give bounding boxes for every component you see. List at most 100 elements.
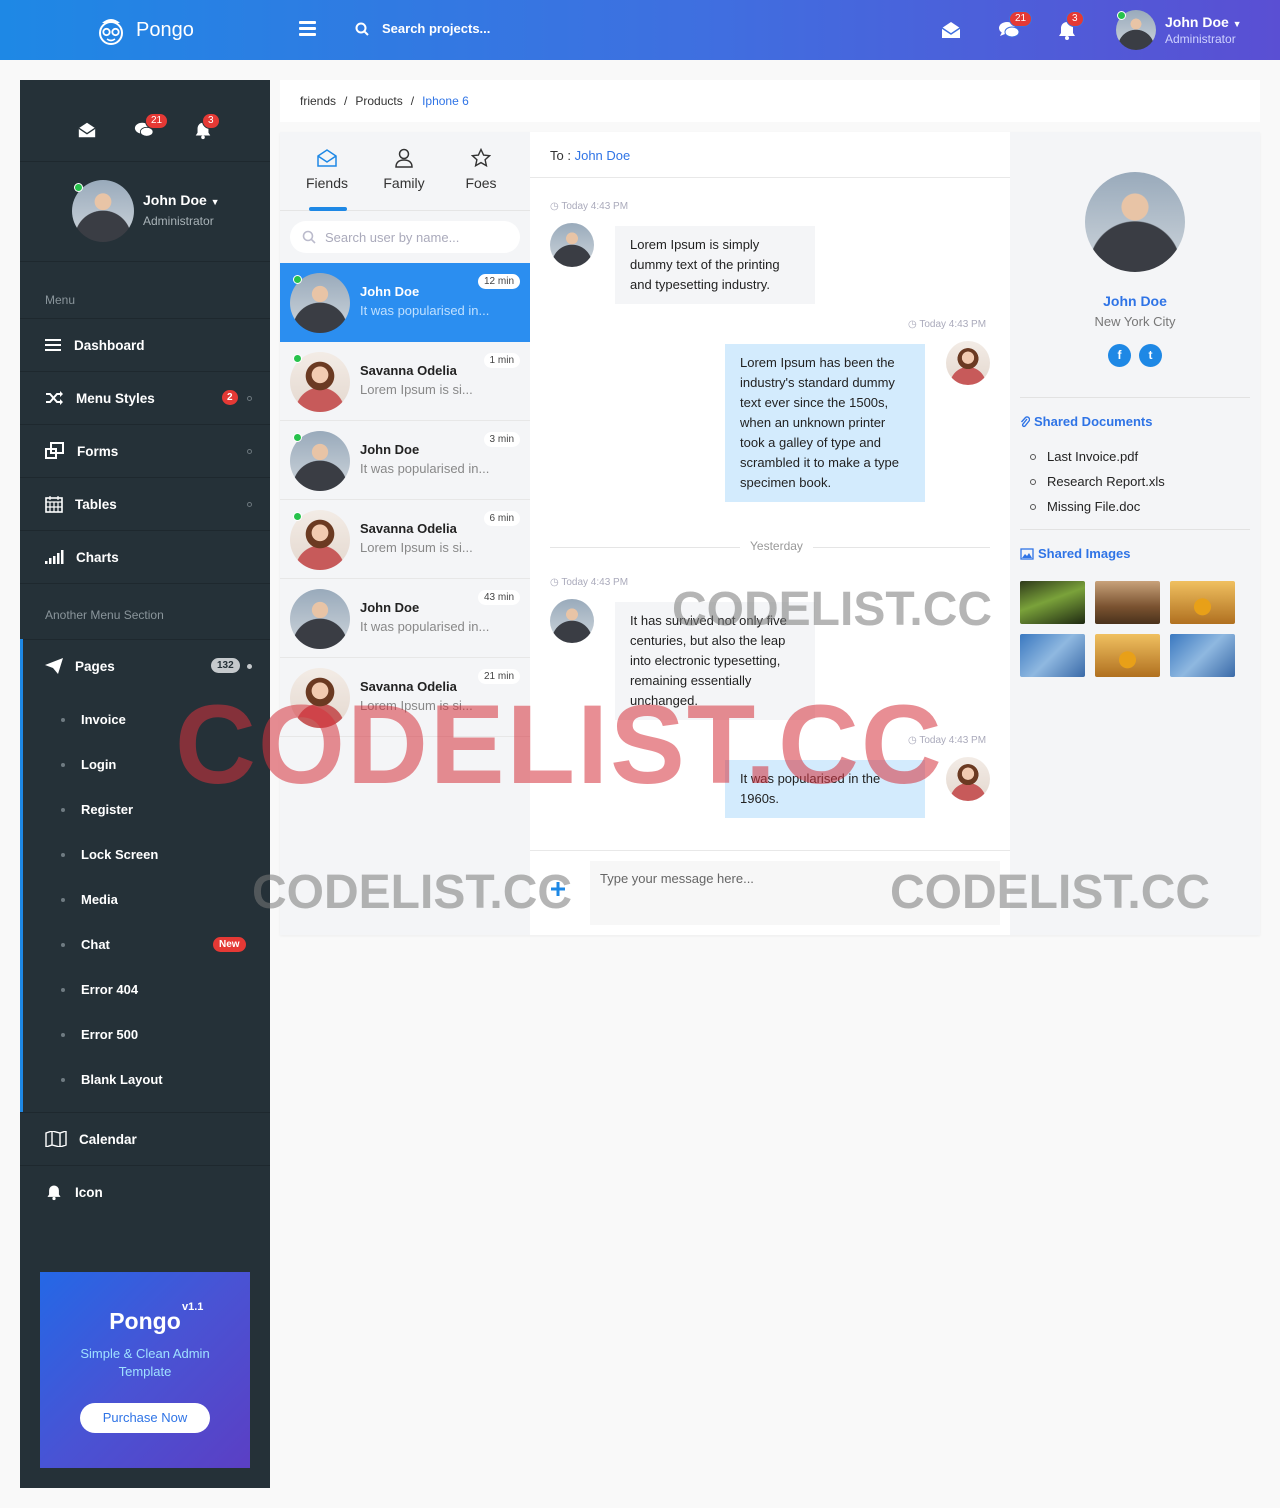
sidebar-item-menu-styles[interactable]: Menu Styles 2 <box>20 371 270 424</box>
contact-time: 12 min <box>477 274 520 289</box>
avatar <box>290 668 350 728</box>
promo-title: Pongo <box>109 1308 181 1334</box>
user-menu[interactable]: John Doe ▼ Administrator <box>1116 10 1242 50</box>
paperclip-icon <box>1020 415 1030 427</box>
user-name: John Doe <box>143 192 207 208</box>
sidebar-item-tables[interactable]: Tables <box>20 477 270 530</box>
promo-subtitle: Simple & Clean Admin Template <box>80 1346 210 1379</box>
contact-preview: It was popularised in... <box>360 461 490 476</box>
twitter-icon[interactable]: t <box>1139 344 1162 367</box>
sidebar-item-label: Dashboard <box>74 337 145 353</box>
sidebar-subitem-invoice[interactable]: Invoice <box>23 697 270 742</box>
contact-preview: It was popularised in... <box>360 619 490 634</box>
document-link[interactable]: Last Invoice.pdf <box>1030 449 1138 464</box>
sidebar-item-icon[interactable]: Icon <box>20 1165 270 1218</box>
sidebar-subitem-media[interactable]: Media <box>23 877 270 922</box>
recipient-name[interactable]: John Doe <box>575 148 631 163</box>
contact-preview: Lorem Ipsum is si... <box>360 382 473 397</box>
menu-toggle-icon[interactable] <box>299 21 316 37</box>
sidebar-subitem-error-404[interactable]: Error 404 <box>23 967 270 1012</box>
envelope-open-icon[interactable] <box>77 120 97 140</box>
contact-item[interactable]: Savanna Odelia Lorem Ipsum is si... 21 m… <box>280 658 530 737</box>
menu-section-title: Menu <box>45 293 76 307</box>
bars-icon <box>45 339 61 351</box>
breadcrumb-item[interactable]: Products <box>355 94 402 108</box>
document-link[interactable]: Research Report.xls <box>1030 474 1165 489</box>
sidebar-profile[interactable]: John Doe ▼ Administrator <box>20 162 270 262</box>
contact-name: Savanna Odelia <box>360 521 457 536</box>
shared-image[interactable] <box>1170 581 1235 624</box>
sidebar-group-pages: Pages 132 Invoice Login Register Lock Sc… <box>20 639 270 1112</box>
sidebar-item-pages[interactable]: Pages 132 <box>23 639 270 692</box>
search-placeholder: Search user by name... <box>325 229 460 245</box>
sidebar-subitem-blank-layout[interactable]: Blank Layout <box>23 1057 270 1102</box>
message-input[interactable]: Type your message here... <box>590 861 1000 925</box>
message-time: ◷ Today 4:43 PM <box>550 577 629 588</box>
contact-item[interactable]: Savanna Odelia Lorem Ipsum is si... 6 mi… <box>280 500 530 579</box>
message-composer: Type your message here... <box>530 850 1010 935</box>
profile-name: John Doe <box>1103 293 1167 309</box>
avatar <box>550 223 594 267</box>
sidebar-subitem-chat[interactable]: Chat New <box>23 922 270 967</box>
online-indicator <box>293 354 302 363</box>
breadcrumb: friends / Products / Iphone 6 <box>280 80 1260 122</box>
contact-item[interactable]: John Doe It was popularised in... 43 min <box>280 579 530 658</box>
contact-name: John Doe <box>360 284 420 299</box>
shared-image[interactable] <box>1020 581 1085 624</box>
contact-time: 6 min <box>483 511 520 526</box>
sidebar-item-forms[interactable]: Forms <box>20 424 270 477</box>
top-navbar: Pongo Search projects... 21 3 John Doe ▼… <box>0 0 1280 60</box>
caret-down-icon: ▼ <box>210 197 220 207</box>
profile-location: New York City <box>1094 314 1176 329</box>
contact-item[interactable]: John Doe It was popularised in... 12 min <box>280 263 530 342</box>
sidebar-subitem-error-500[interactable]: Error 500 <box>23 1012 270 1057</box>
top-search[interactable]: Search projects... <box>355 21 490 36</box>
contact-item[interactable]: Savanna Odelia Lorem Ipsum is si... 1 mi… <box>280 342 530 421</box>
shared-image[interactable] <box>1095 634 1160 677</box>
shuffle-icon <box>46 391 63 405</box>
star-icon <box>471 148 491 168</box>
new-badge: New <box>213 937 246 952</box>
tab-foes[interactable]: Foes <box>451 148 511 191</box>
avatar <box>946 757 990 801</box>
brand[interactable]: Pongo <box>94 10 194 50</box>
contact-time: 3 min <box>483 432 520 447</box>
bell-icon <box>47 1185 61 1201</box>
sidebar-subitem-label: Chat <box>81 937 110 952</box>
envelope-open-icon[interactable] <box>940 19 962 41</box>
shared-image[interactable] <box>1095 581 1160 624</box>
message-time: ◷ Today 4:43 PM <box>908 319 987 330</box>
avatar <box>290 589 350 649</box>
clone-icon <box>45 442 64 459</box>
sidebar-item-charts[interactable]: Charts <box>20 530 270 583</box>
conversation-panel: To : John Doe ◷ Today 4:43 PM Lorem Ipsu… <box>530 132 1010 935</box>
sidebar-subitem-lock-screen[interactable]: Lock Screen <box>23 832 270 877</box>
document-link[interactable]: Missing File.doc <box>1030 499 1140 514</box>
purchase-now-button[interactable]: Purchase Now <box>80 1403 210 1433</box>
signal-icon <box>45 550 64 564</box>
sidebar-item-label: Tables <box>75 496 117 512</box>
menu-section-title-2: Another Menu Section <box>20 583 270 639</box>
tab-family[interactable]: Family <box>374 148 434 191</box>
sidebar-subitem-register[interactable]: Register <box>23 787 270 832</box>
shared-image[interactable] <box>1020 634 1085 677</box>
facebook-icon[interactable]: f <box>1108 344 1131 367</box>
breadcrumb-current: Iphone 6 <box>422 94 469 108</box>
sidebar-item-calendar[interactable]: Calendar <box>20 1112 270 1165</box>
shared-image[interactable] <box>1170 634 1235 677</box>
notifications-badge: 3 <box>1066 11 1084 27</box>
online-indicator <box>1117 11 1126 20</box>
sidebar-subitem-login[interactable]: Login <box>23 742 270 787</box>
breadcrumb-item[interactable]: friends <box>300 94 336 108</box>
brand-name: Pongo <box>136 18 194 41</box>
contact-item[interactable]: John Doe It was popularised in... 3 min <box>280 421 530 500</box>
plus-icon[interactable] <box>550 881 566 897</box>
sidebar-item-dashboard[interactable]: Dashboard <box>20 318 270 371</box>
tab-label: Foes <box>465 175 497 191</box>
image-icon <box>1020 547 1034 560</box>
calendar-grid-icon <box>45 495 63 513</box>
contact-search-input[interactable]: Search user by name... <box>290 221 520 253</box>
tab-label: Family <box>383 175 425 191</box>
user-name: John Doe <box>1165 14 1229 30</box>
tab-fiends[interactable]: Fiends <box>297 148 357 191</box>
